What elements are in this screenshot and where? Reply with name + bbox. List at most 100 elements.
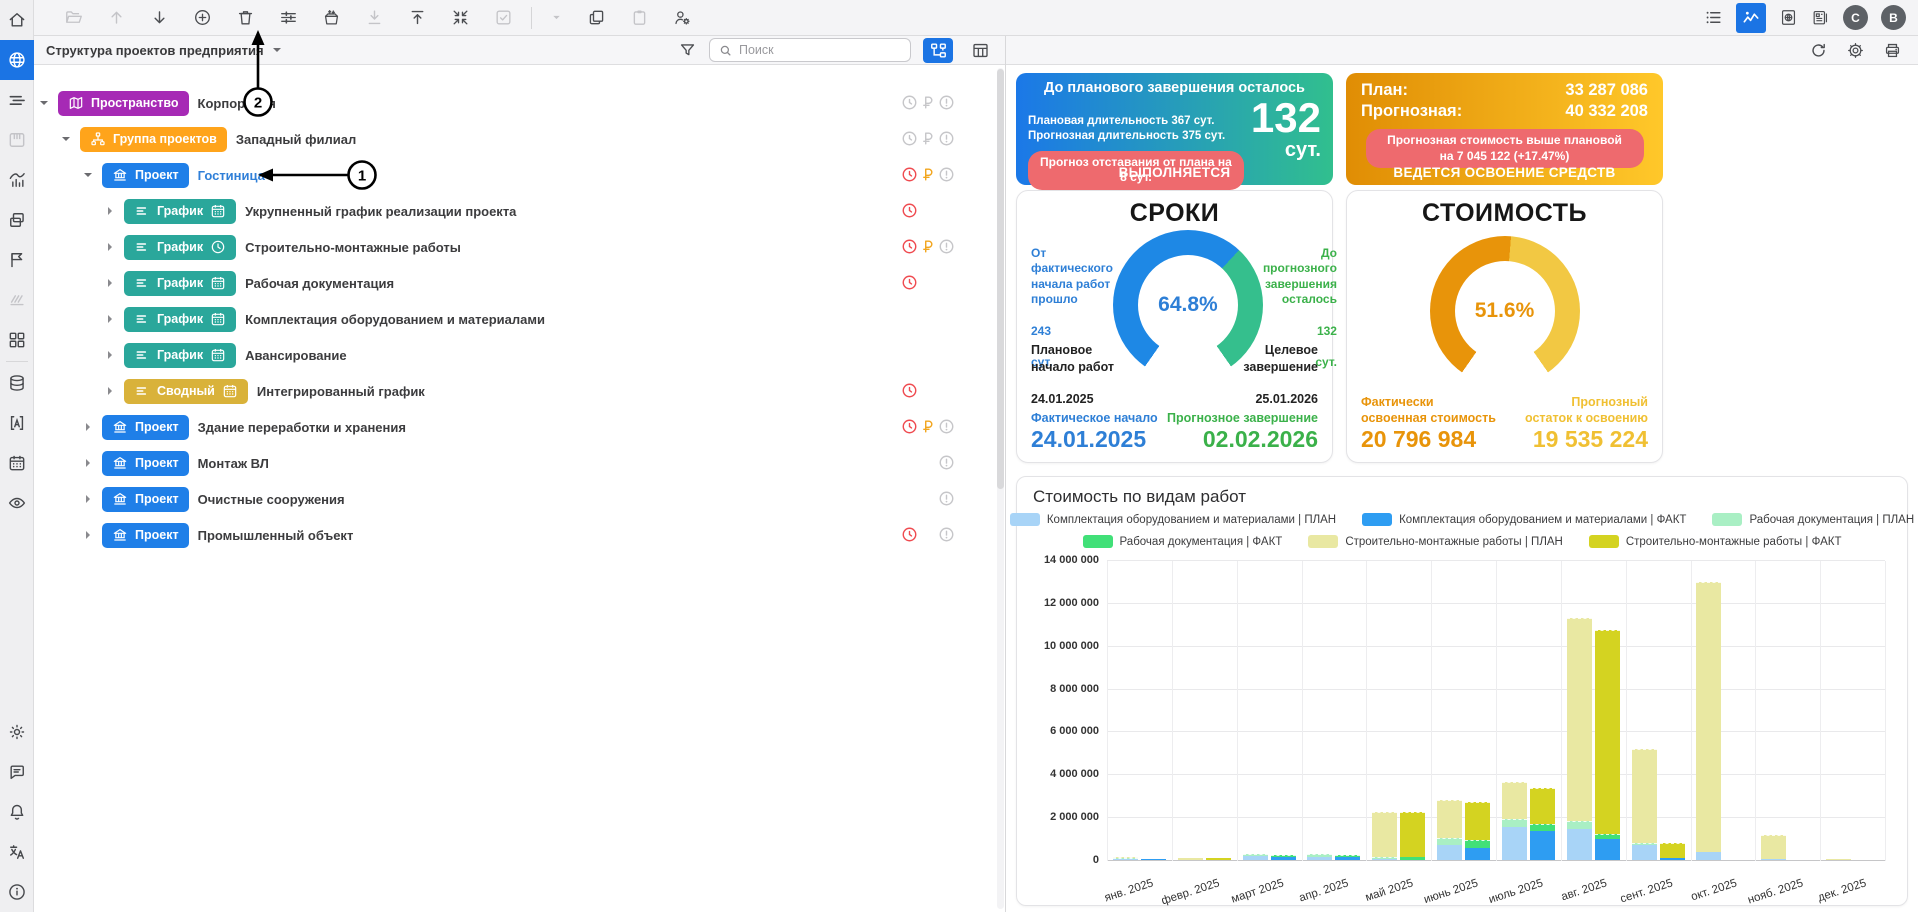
x-axis-tick-label: май 2025 — [1364, 877, 1415, 904]
hatch-lines-icon[interactable] — [0, 280, 34, 320]
user-permissions-icon[interactable] — [673, 8, 692, 27]
tree-row[interactable]: ПроектМонтаж ВЛ — [34, 445, 1005, 481]
calendar-icon[interactable] — [0, 443, 34, 483]
move-down-icon[interactable] — [150, 8, 169, 27]
caret-collapsed-icon[interactable] — [104, 386, 116, 396]
node-type-badge[interactable]: График — [124, 235, 236, 260]
add-item-icon[interactable] — [193, 8, 212, 27]
node-type-badge[interactable]: Проект — [102, 487, 189, 512]
tree-row[interactable]: ПроектГостиница — [34, 157, 1005, 193]
tree-row[interactable]: ГрафикРабочая документация — [34, 265, 1005, 301]
node-type-badge[interactable]: Проект — [102, 163, 189, 188]
tree-row[interactable]: СводныйИнтегрированный график — [34, 373, 1005, 409]
deadline-durations: Плановая длительность 367 сут. Прогнозна… — [1028, 115, 1225, 143]
flag-icon[interactable] — [0, 240, 34, 280]
caret-collapsed-icon[interactable] — [82, 530, 94, 540]
tree-row[interactable]: ПроектОчистные сооружения — [34, 481, 1005, 517]
filter-settings-sliders-icon[interactable] — [279, 8, 298, 27]
open-folder-icon[interactable] — [64, 8, 83, 27]
database-icon[interactable] — [0, 363, 34, 403]
caret-expanded-icon[interactable] — [60, 134, 72, 144]
caret-collapsed-icon[interactable] — [104, 350, 116, 360]
move-up-icon[interactable] — [107, 8, 126, 27]
node-type-badge[interactable]: Проект — [102, 415, 189, 440]
theme-sun-icon[interactable] — [0, 712, 34, 752]
checkbox-select-icon[interactable] — [494, 8, 513, 27]
tree-row[interactable]: График Комплектация оборудованием и матер… — [34, 301, 1005, 337]
avatar-b[interactable]: B — [1881, 5, 1906, 30]
node-type-badge[interactable]: Сводный — [124, 379, 248, 404]
dashboard-pulse-button[interactable] — [1736, 3, 1766, 33]
fact-bar — [1400, 812, 1425, 860]
upload-from-line-icon[interactable] — [408, 8, 427, 27]
gear-icon[interactable] — [1846, 41, 1865, 60]
tree-title-dropdown[interactable]: Структура проектов предприятия — [44, 43, 282, 58]
histogram-trend-icon[interactable] — [0, 160, 34, 200]
bar-segment — [1567, 618, 1592, 821]
notifications-bell-icon[interactable] — [0, 792, 34, 832]
tree-row[interactable]: ПроектПромышленный объект — [34, 517, 1005, 553]
node-type-badge[interactable]: График — [124, 199, 236, 224]
kanban-board-icon[interactable] — [0, 120, 34, 160]
language-translate-icon[interactable] — [0, 832, 34, 872]
tree-row[interactable]: ГрафикСтроительно-монтажные работы — [34, 229, 1005, 265]
caret-collapsed-icon[interactable] — [104, 206, 116, 216]
paste-icon[interactable] — [630, 8, 649, 27]
node-label: Комплектация оборудованием и материалами — [245, 312, 545, 327]
filter-funnel-icon[interactable] — [678, 41, 697, 60]
tree-row[interactable]: ГрафикАвансирование — [34, 337, 1005, 373]
tree-row[interactable]: ПроектЗдание переработки и хранения — [34, 409, 1005, 445]
bar-segment — [1372, 859, 1397, 860]
document-globe-icon[interactable] — [1779, 8, 1798, 27]
caret-expanded-icon[interactable] — [82, 170, 94, 180]
copy-icon[interactable] — [587, 8, 606, 27]
chevron-down-icon[interactable] — [550, 11, 563, 24]
windows-stack-icon[interactable] — [0, 200, 34, 240]
caret-collapsed-icon[interactable] — [82, 422, 94, 432]
node-type-badge[interactable]: График — [124, 271, 236, 296]
node-type-badge[interactable]: Пространство — [58, 91, 189, 116]
caret-collapsed-icon[interactable] — [82, 494, 94, 504]
refresh-icon[interactable] — [1809, 41, 1828, 60]
attribute-brackets-icon[interactable] — [0, 403, 34, 443]
caret-collapsed-icon[interactable] — [104, 242, 116, 252]
avatar-c[interactable]: C — [1843, 5, 1868, 30]
legend-item: Рабочая документация | ФАКТ — [1083, 535, 1283, 548]
tree-row[interactable]: Группа проектовЗападный филиал — [34, 121, 1005, 157]
top-toolbar: C B — [34, 0, 1918, 36]
archive-box-icon[interactable] — [322, 8, 341, 27]
caret-collapsed-icon[interactable] — [104, 278, 116, 288]
collapse-all-icon[interactable] — [451, 8, 470, 27]
list-view-icon[interactable] — [1704, 8, 1723, 27]
download-to-line-icon[interactable] — [365, 8, 384, 27]
deadline-summary-card: До планового завершения осталось Планова… — [1016, 73, 1333, 185]
node-type-badge[interactable]: Проект — [102, 451, 189, 476]
bar-segment — [1141, 859, 1166, 860]
structure-list-icon[interactable] — [0, 80, 34, 120]
eye-icon[interactable] — [0, 483, 34, 523]
caret-collapsed-icon[interactable] — [82, 458, 94, 468]
home-icon[interactable] — [0, 0, 34, 40]
comments-icon[interactable] — [0, 752, 34, 792]
printer-icon[interactable] — [1883, 41, 1902, 60]
node-type-badge[interactable]: График — [124, 307, 236, 332]
table-view-button[interactable] — [965, 38, 995, 63]
document-news-icon[interactable] — [1811, 8, 1830, 27]
tree-row[interactable]: ГрафикУкрупненный график реализации прое… — [34, 193, 1005, 229]
node-label: Корпорация — [198, 96, 276, 111]
delete-trash-icon[interactable] — [236, 8, 255, 27]
tree-row[interactable]: Пространство Корпорация — [34, 85, 1005, 121]
y-axis-tick-label: 2 000 000 — [1019, 811, 1099, 823]
caret-expanded-icon[interactable] — [38, 98, 50, 108]
node-type-badge[interactable]: График — [124, 343, 236, 368]
node-type-badge[interactable]: Проект — [102, 523, 189, 548]
node-type-badge[interactable]: Группа проектов — [80, 127, 227, 152]
search-input[interactable] — [739, 43, 902, 57]
x-axis-tick-label: окт. 2025 — [1689, 877, 1738, 903]
grid-squares-icon[interactable] — [0, 320, 34, 360]
forecast-value: 40 332 208 — [1565, 102, 1648, 121]
tree-view-button[interactable] — [923, 38, 953, 63]
caret-collapsed-icon[interactable] — [104, 314, 116, 324]
info-icon[interactable] — [0, 872, 34, 912]
globe-icon[interactable] — [0, 40, 34, 80]
